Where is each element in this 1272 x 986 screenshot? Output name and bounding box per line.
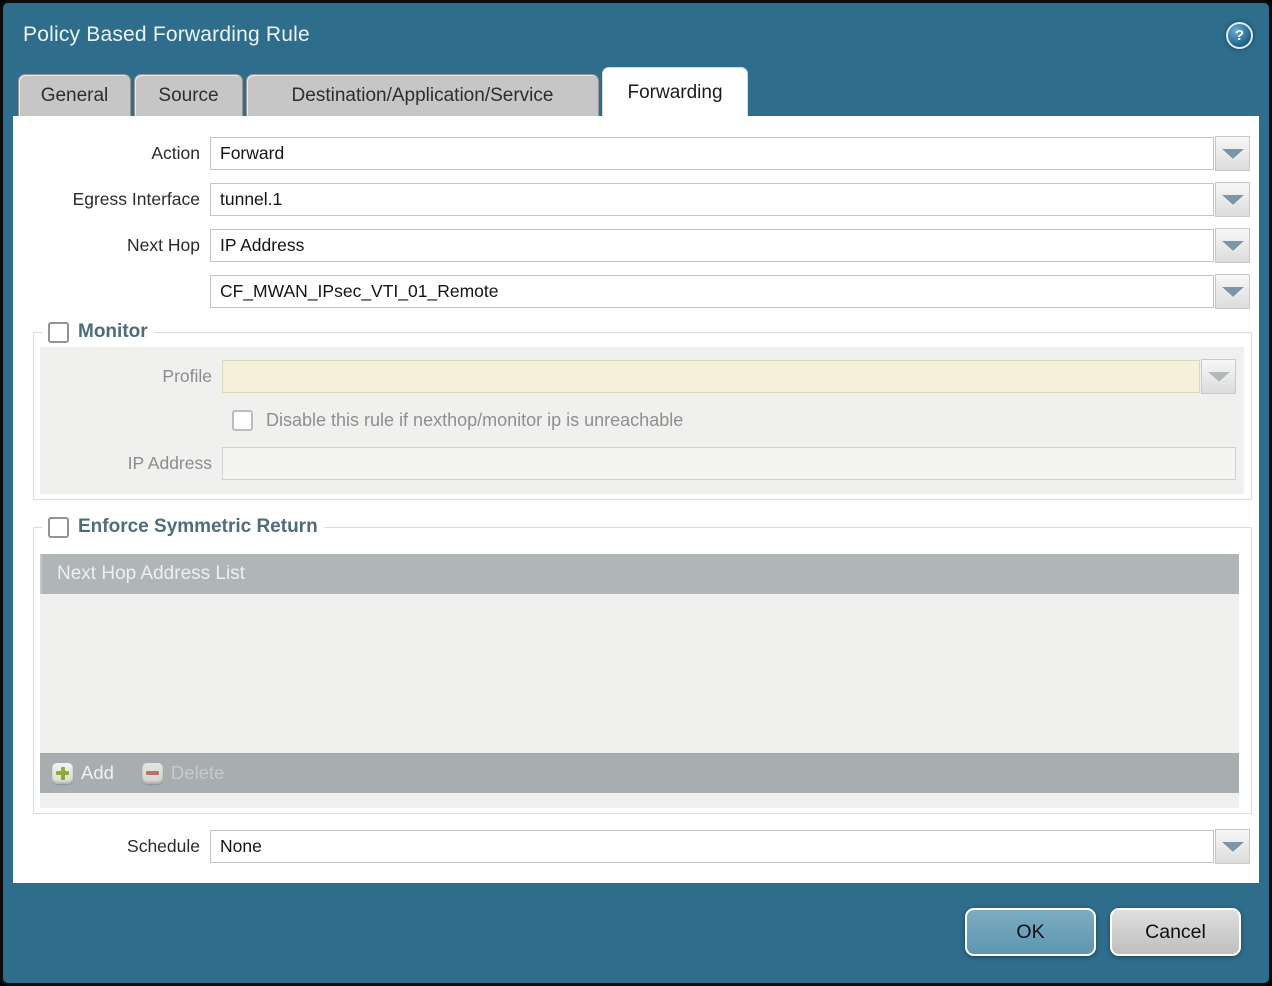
monitor-legend: Monitor	[42, 321, 154, 343]
schedule-row: Schedule None	[13, 830, 1250, 863]
add-button[interactable]: Add	[52, 762, 114, 784]
cancel-button[interactable]: Cancel	[1110, 908, 1241, 956]
tab-source[interactable]: Source	[134, 74, 243, 116]
action-label: Action	[13, 143, 210, 164]
delete-button-label: Delete	[171, 762, 224, 784]
symmetric-return-legend-label: Enforce Symmetric Return	[78, 516, 318, 538]
table-header: Next Hop Address List	[40, 554, 1239, 594]
titlebar: Policy Based Forwarding Rule ?	[3, 3, 1269, 67]
next-hop-label: Next Hop	[13, 235, 210, 256]
chevron-down-icon	[1222, 842, 1244, 852]
monitor-legend-label: Monitor	[78, 321, 148, 343]
egress-interface-row: Egress Interface tunnel.1	[13, 183, 1250, 216]
next-hop-row: Next Hop IP Address	[13, 229, 1250, 262]
table-bottom-strip	[40, 793, 1239, 808]
delete-button: Delete	[142, 762, 224, 784]
chevron-down-icon	[1208, 372, 1230, 382]
egress-interface-select[interactable]: tunnel.1	[210, 183, 1214, 216]
tab-destination-application-service[interactable]: Destination/Application/Service	[246, 74, 599, 116]
forwarding-tab-panel: Action Forward Egress Interface tunnel.1…	[13, 116, 1259, 883]
action-row: Action Forward	[13, 137, 1250, 170]
tab-general[interactable]: General	[18, 74, 131, 116]
help-icon[interactable]: ?	[1226, 22, 1253, 49]
next-hop-address-select[interactable]: CF_MWAN_IPsec_VTI_01_Remote	[210, 275, 1214, 308]
table-header-label: Next Hop Address List	[57, 563, 245, 585]
monitor-panel: Profile Disable this rule if nexthop/mon…	[40, 347, 1244, 494]
profile-dropdown-button	[1201, 359, 1236, 394]
next-hop-address-row: CF_MWAN_IPsec_VTI_01_Remote	[13, 275, 1250, 308]
symmetric-return-checkbox[interactable]	[48, 517, 69, 538]
monitor-ip-row: IP Address	[40, 447, 1236, 480]
monitor-section: Monitor Profile Disable this rule if nex…	[33, 321, 1252, 500]
table-body[interactable]	[40, 594, 1239, 753]
next-hop-type-select[interactable]: IP Address	[210, 229, 1214, 262]
symmetric-return-legend: Enforce Symmetric Return	[42, 516, 324, 538]
tab-forwarding[interactable]: Forwarding	[602, 67, 748, 116]
dialog-title: Policy Based Forwarding Rule	[23, 23, 310, 47]
disable-rule-label: Disable this rule if nexthop/monitor ip …	[266, 410, 683, 431]
next-hop-dropdown-button[interactable]	[1215, 228, 1250, 263]
chevron-down-icon	[1222, 287, 1244, 297]
chevron-down-icon	[1222, 195, 1244, 205]
next-hop-address-table: Next Hop Address List Add Delete	[40, 554, 1239, 808]
tab-bar: General Source Destination/Application/S…	[3, 67, 1269, 116]
symmetric-return-section: Enforce Symmetric Return Next Hop Addres…	[33, 516, 1252, 814]
action-dropdown-button[interactable]	[1215, 136, 1250, 171]
schedule-dropdown-button[interactable]	[1215, 829, 1250, 864]
dialog-footer: OK Cancel	[3, 883, 1269, 956]
monitor-ip-label: IP Address	[40, 453, 222, 474]
chevron-down-icon	[1222, 149, 1244, 159]
schedule-label: Schedule	[13, 836, 210, 857]
monitor-ip-input	[222, 447, 1236, 480]
table-toolbar: Add Delete	[40, 753, 1239, 793]
plus-icon	[52, 763, 73, 784]
chevron-down-icon	[1222, 241, 1244, 251]
monitor-checkbox[interactable]	[48, 322, 69, 343]
pbf-rule-dialog: Policy Based Forwarding Rule ? General S…	[0, 0, 1272, 986]
disable-rule-row: Disable this rule if nexthop/monitor ip …	[232, 406, 1240, 434]
profile-row: Profile	[40, 360, 1236, 393]
egress-interface-dropdown-button[interactable]	[1215, 182, 1250, 217]
add-button-label: Add	[81, 762, 114, 784]
schedule-select[interactable]: None	[210, 830, 1214, 863]
profile-label: Profile	[40, 366, 222, 387]
next-hop-address-dropdown-button[interactable]	[1215, 274, 1250, 309]
minus-icon	[142, 763, 163, 784]
ok-button[interactable]: OK	[965, 908, 1096, 956]
egress-interface-label: Egress Interface	[13, 189, 210, 210]
profile-select	[222, 360, 1200, 393]
action-select[interactable]: Forward	[210, 137, 1214, 170]
disable-rule-checkbox	[232, 410, 253, 431]
